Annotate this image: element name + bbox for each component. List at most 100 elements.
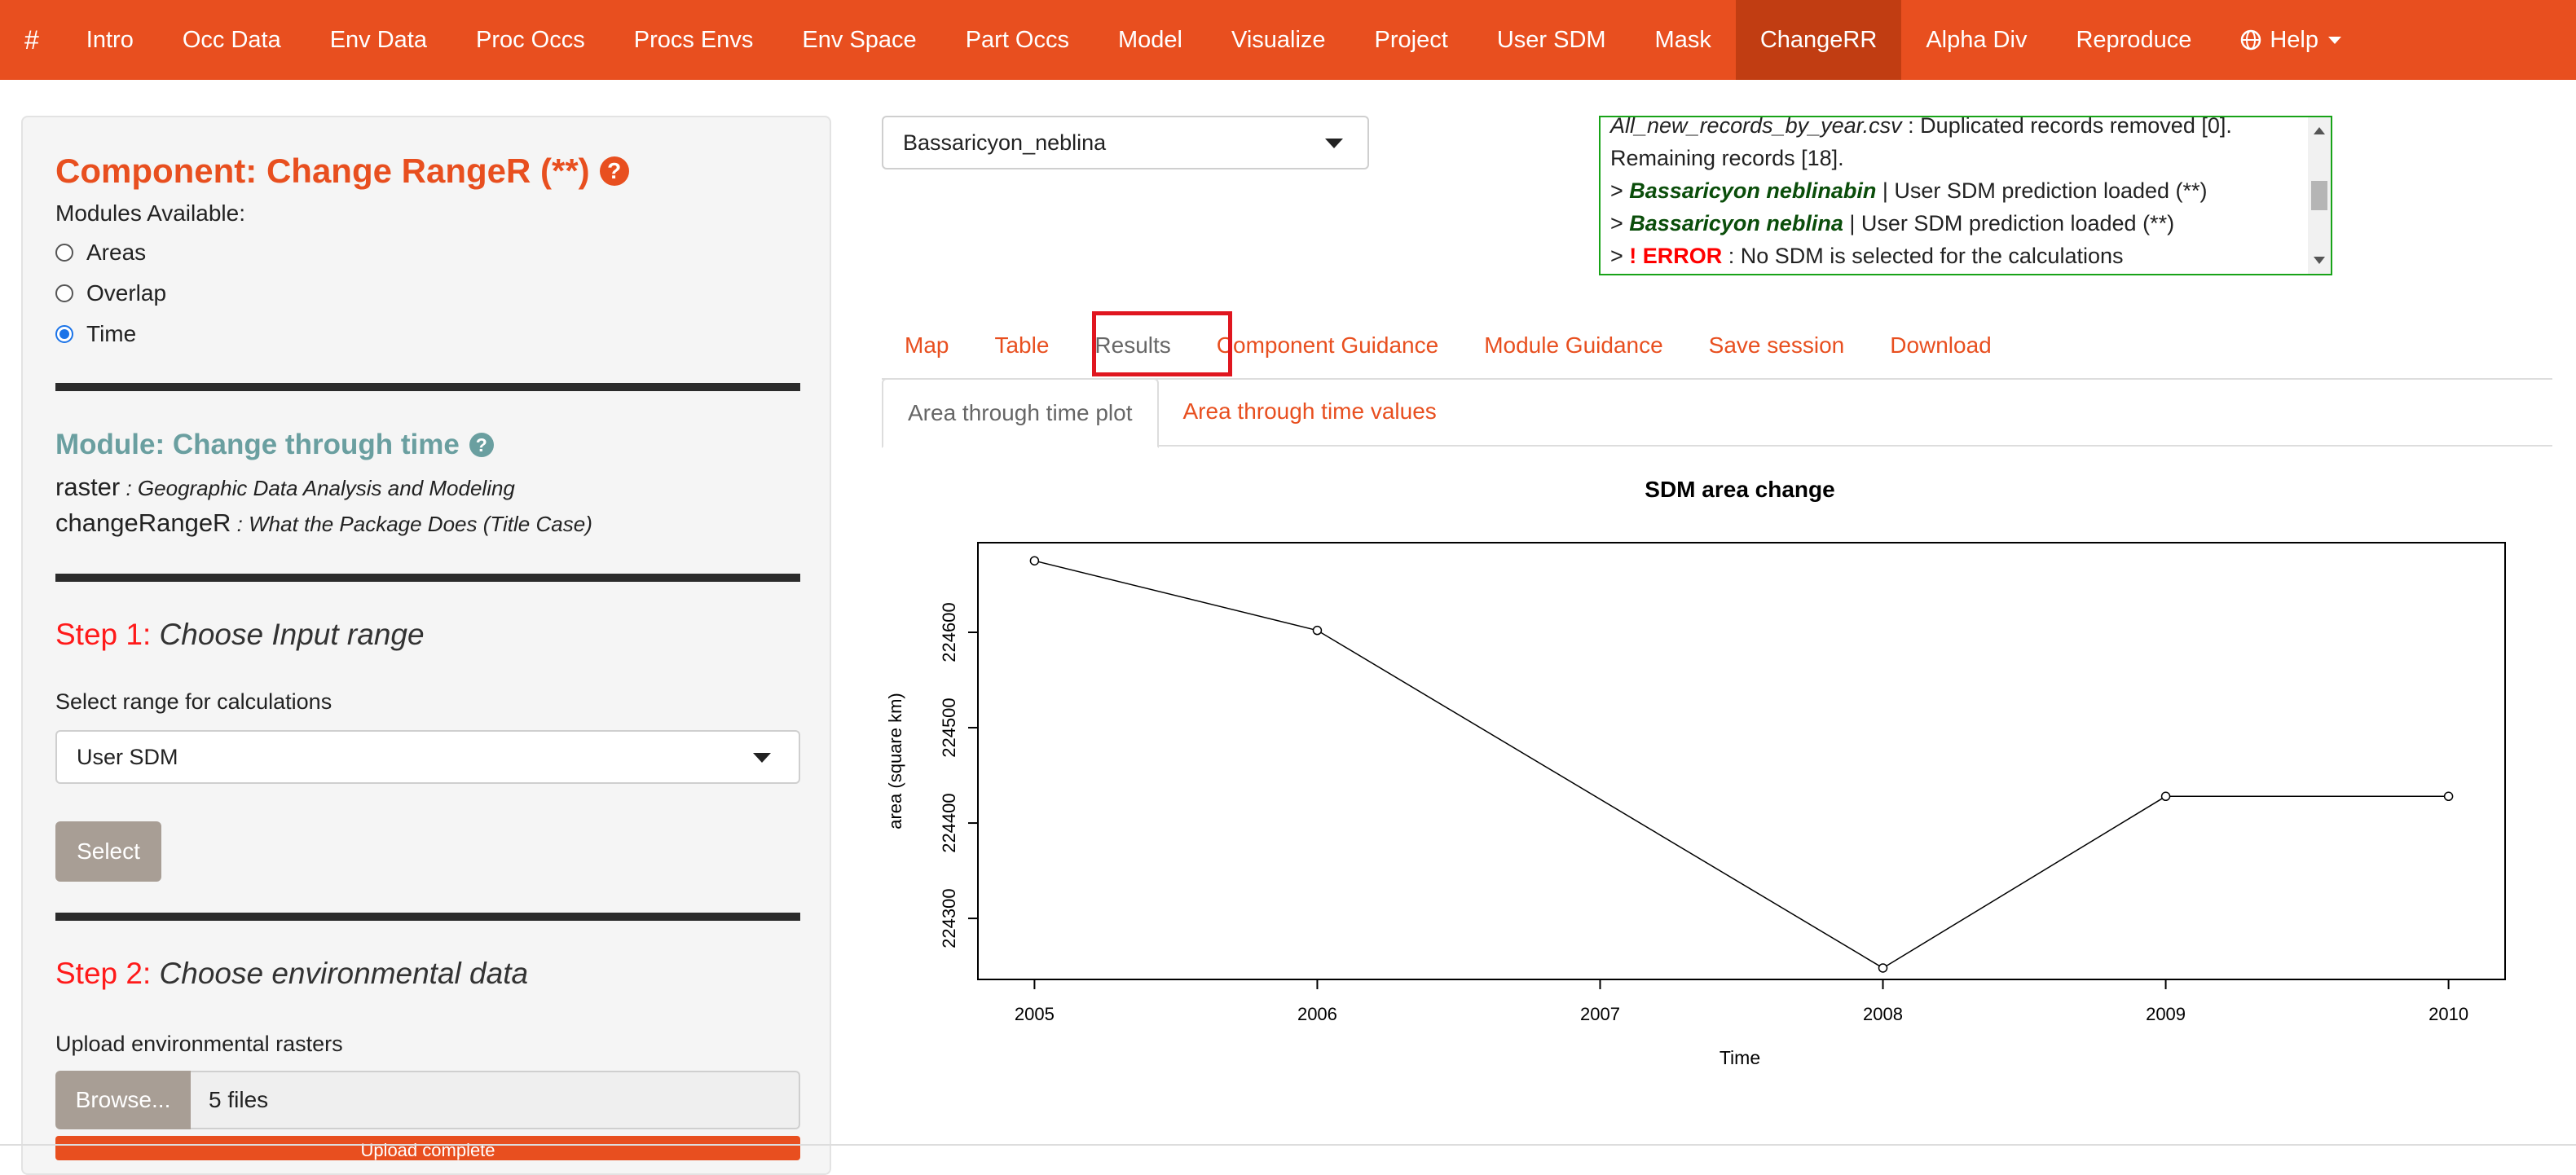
package-name: raster (55, 473, 121, 501)
nav-help-dropdown[interactable]: Help (2216, 0, 2366, 80)
package-desc: : Geographic Data Analysis and Modeling (120, 476, 515, 500)
tab-map[interactable]: Map (882, 313, 971, 378)
scrollbar-thumb[interactable] (2311, 181, 2327, 210)
tab-download[interactable]: Download (1867, 313, 2015, 378)
log-scrollbar[interactable] (2308, 117, 2331, 274)
range-select[interactable]: User SDM (55, 730, 800, 784)
nav-procs-envs[interactable]: Procs Envs (610, 0, 778, 80)
question-icon[interactable]: ? (599, 156, 629, 186)
tab-module-guidance[interactable]: Module Guidance (1461, 313, 1685, 378)
x-tick-label: 2007 (1580, 1004, 1620, 1024)
package-desc: : What the Package Does (Title Case) (231, 512, 592, 536)
package-line-changerangerr: changeRangeR : What the Package Does (Ti… (55, 508, 592, 538)
sub-tabs: Area through time plot Area through time… (882, 378, 1461, 448)
tab-save-session[interactable]: Save session (1686, 313, 1868, 378)
section-divider (55, 574, 800, 582)
sidebar-panel: Component: Change RangeR (**) ? Modules … (21, 116, 831, 1175)
log-line: > ! ERROR : No SDM is selected for the c… (1610, 240, 2303, 272)
radio-label: Overlap (86, 280, 167, 306)
x-tick-label: 2008 (1863, 1004, 1903, 1024)
y-tick-label: 224400 (939, 793, 959, 852)
log-prompt: > (1610, 244, 1630, 268)
main-tabs: Map Table Results Component Guidance Mod… (882, 313, 2015, 378)
log-species: Bassaricyon neblinabin (1629, 178, 1877, 203)
nav-reproduce[interactable]: Reproduce (2051, 0, 2216, 80)
module-title-row: Module: Change through time ? (55, 429, 494, 461)
data-point (2160, 791, 2171, 802)
log-lines: All_new_records_by_year.csv : Duplicated… (1610, 116, 2303, 272)
plot-frame (977, 542, 2506, 980)
step1-title: Step 1: Choose Input range (55, 618, 425, 652)
radio-button[interactable] (55, 244, 73, 262)
radio-label: Time (86, 321, 137, 346)
upload-label: Upload environmental rasters (55, 1032, 343, 1056)
chart-title: SDM area change (1645, 477, 1834, 502)
page-bottom-border (0, 1144, 2576, 1146)
package-name: changeRangeR (55, 508, 231, 537)
component-title: Component: Change RangeR (**) (55, 152, 590, 190)
log-text: : Duplicated records removed [0]. (1901, 116, 2232, 138)
radio-button[interactable] (55, 284, 73, 302)
data-point (2443, 791, 2454, 802)
subtab-area-values[interactable]: Area through time values (1159, 378, 1461, 445)
nav-occ-data[interactable]: Occ Data (158, 0, 306, 80)
select-button[interactable]: Select (55, 821, 161, 882)
nav-visualize[interactable]: Visualize (1207, 0, 1350, 80)
log-text: : No SDM is selected for the calculation… (1722, 244, 2124, 268)
x-tick-label: 2009 (2146, 1004, 2186, 1024)
nav-changerr[interactable]: ChangeRR (1735, 0, 1902, 80)
x-axis: 2005 2006 2007 2008 2009 2010 (1015, 979, 2468, 1024)
log-error: ! ERROR (1629, 244, 1723, 268)
tab-results[interactable]: Results (1072, 313, 1193, 378)
data-point (1878, 963, 1888, 973)
log-line: Remaining records [18]. (1610, 146, 1844, 170)
nav-part-occs[interactable]: Part Occs (941, 0, 1094, 80)
globe-icon (2241, 29, 2261, 51)
radio-button-checked[interactable] (55, 325, 73, 343)
nav-mask[interactable]: Mask (1631, 0, 1736, 80)
scroll-up-icon[interactable] (2314, 127, 2325, 134)
module-radio-time[interactable]: Time (55, 321, 136, 347)
x-tick-label: 2005 (1015, 1004, 1055, 1024)
nav-env-space[interactable]: Env Space (777, 0, 940, 80)
nav-model[interactable]: Model (1094, 0, 1207, 80)
log-species: Bassaricyon neblina (1629, 211, 1843, 235)
nav-alpha-div[interactable]: Alpha Div (1901, 0, 2051, 80)
upload-progress-bar: Upload complete (55, 1136, 800, 1160)
nav-env-data[interactable]: Env Data (306, 0, 451, 80)
y-tick-label: 224500 (939, 698, 959, 757)
tab-component-guidance[interactable]: Component Guidance (1194, 313, 1461, 378)
module-radio-areas[interactable]: Areas (55, 240, 146, 266)
log-text: | User SDM prediction loaded (**) (1876, 178, 2208, 203)
question-icon[interactable]: ? (469, 433, 494, 457)
species-select-value: Bassaricyon_neblina (903, 130, 1107, 155)
step2-title: Step 2: Choose environmental data (55, 957, 528, 991)
module-title: Module: Change through time (55, 429, 460, 460)
log-line: > Bassaricyon neblina | User SDM predict… (1610, 207, 2303, 240)
area-through-time-chart: SDM area change Time area (square km) 20… (885, 477, 2506, 1068)
y-tick-label: 224600 (939, 602, 959, 662)
tab-table[interactable]: Table (971, 313, 1072, 378)
section-divider (55, 913, 800, 921)
log-line: All_new_records_by_year.csv : Duplicated… (1610, 116, 2303, 142)
radio-label: Areas (86, 240, 147, 265)
nav-intro[interactable]: Intro (62, 0, 158, 80)
log-window[interactable]: All_new_records_by_year.csv : Duplicated… (1599, 116, 2332, 275)
step-number: Step 1: (55, 618, 152, 651)
scroll-down-icon[interactable] (2314, 257, 2325, 264)
nav-user-sdm[interactable]: User SDM (1473, 0, 1631, 80)
section-divider (55, 383, 800, 391)
nav-proc-occs[interactable]: Proc Occs (451, 0, 610, 80)
module-radio-overlap[interactable]: Overlap (55, 280, 166, 306)
component-title-row: Component: Change RangeR (**) ? (55, 152, 629, 191)
browse-button[interactable]: Browse... (55, 1071, 191, 1129)
nav-project[interactable]: Project (1350, 0, 1473, 80)
species-select[interactable]: Bassaricyon_neblina (882, 116, 1369, 169)
series-line (1034, 560, 2449, 969)
log-prompt: > (1610, 178, 1630, 203)
subtab-area-plot[interactable]: Area through time plot (882, 378, 1159, 448)
brand-link[interactable]: # (0, 0, 62, 80)
data-point (1029, 556, 1040, 565)
chevron-down-icon (2327, 36, 2341, 44)
modules-label: Modules Available: (55, 200, 245, 226)
